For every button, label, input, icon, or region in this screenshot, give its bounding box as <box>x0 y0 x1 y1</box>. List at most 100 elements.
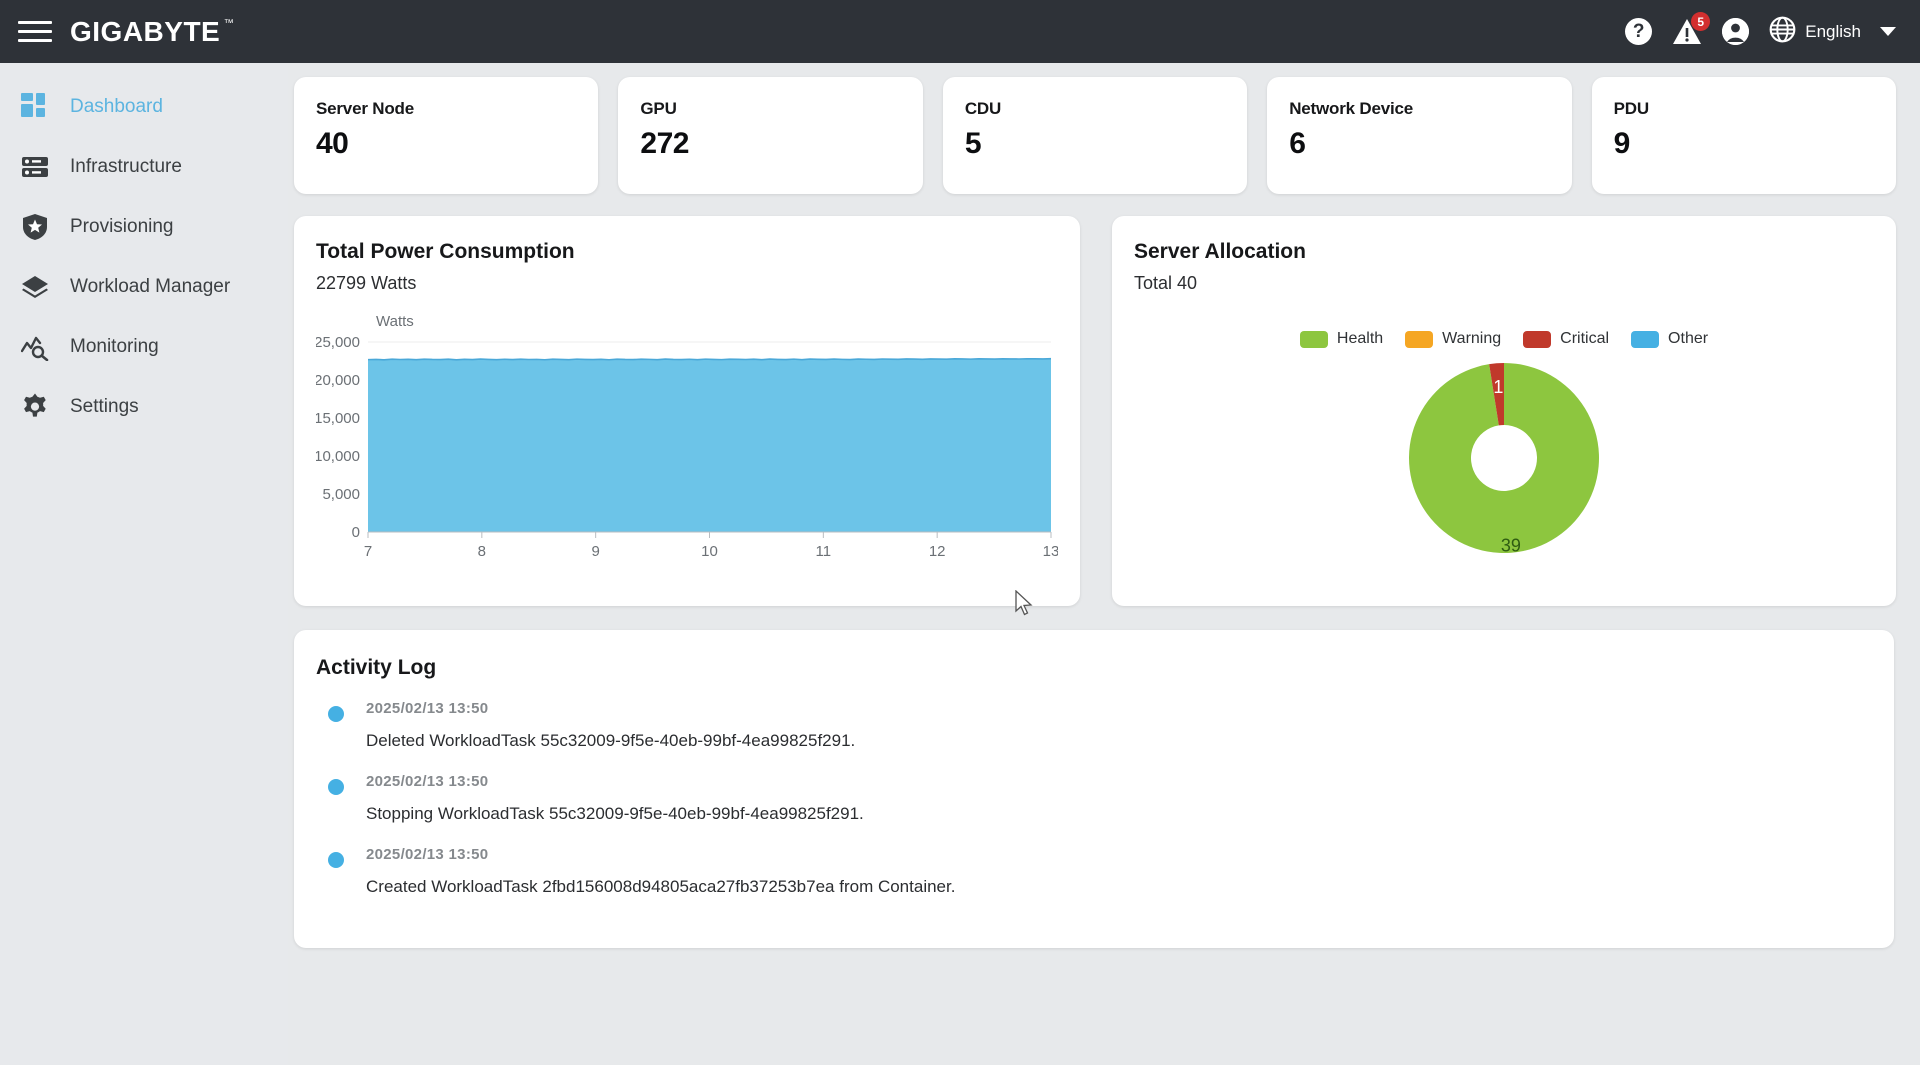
activity-dot-icon <box>328 706 344 722</box>
hamburger-bar <box>18 39 52 42</box>
legend-label: Critical <box>1560 330 1610 347</box>
allocation-card-subtitle: Total 40 <box>1134 273 1198 293</box>
svg-text:1: 1 <box>1493 377 1503 397</box>
question-mark-icon: ? <box>1625 18 1653 45</box>
sidebar-item-monitoring[interactable]: Monitoring <box>0 317 288 377</box>
user-account-icon <box>1722 18 1750 45</box>
total-power-consumption-card: Total Power Consumption 22799 Watts Watt… <box>294 216 1080 606</box>
activity-log-message: Deleted WorkloadTask 55c32009-9f5e-40eb-… <box>366 731 856 750</box>
trademark-mark: ™ <box>223 17 235 29</box>
activity-log-entry[interactable]: 2025/02/13 13:50 Created WorkloadTask 2f… <box>316 846 1872 909</box>
svg-text:15,000: 15,000 <box>316 410 360 427</box>
sidebar-item-label: Infrastructure <box>70 156 182 177</box>
sidebar-item-workload-manager[interactable]: Workload Manager <box>0 257 288 317</box>
allocation-donut-chart[interactable]: 39 1 <box>1134 358 1874 558</box>
dashboard-grid-icon <box>20 92 50 122</box>
allocation-legend: Health Warning Critical Other <box>1134 330 1874 348</box>
stat-card-server-node[interactable]: Server Node 40 <box>294 77 599 194</box>
svg-text:9: 9 <box>591 543 599 560</box>
brand-text: GIGABYTE <box>70 15 221 47</box>
svg-text:Watts: Watts <box>376 313 414 330</box>
activity-log-body: 2025/02/13 13:50 Deleted WorkloadTask 55… <box>366 700 1872 763</box>
sidebar-nav: Dashboard Infrastructure Provisioning Wo… <box>0 63 288 1065</box>
sidebar-item-label: Workload Manager <box>70 276 231 297</box>
activity-log-card: Activity Log 2025/02/13 13:50 Deleted Wo… <box>294 630 1894 948</box>
legend-item-critical[interactable]: Critical <box>1523 330 1609 348</box>
svg-text:10,000: 10,000 <box>316 448 360 465</box>
svg-text:7: 7 <box>364 543 372 560</box>
sidebar-item-infrastructure[interactable]: Infrastructure <box>0 137 288 197</box>
help-button[interactable]: ? <box>1625 18 1653 45</box>
sidebar-item-label: Monitoring <box>70 336 159 357</box>
stat-card-title: GPU <box>640 99 677 118</box>
svg-text:10: 10 <box>701 543 718 560</box>
hamburger-bar <box>18 21 52 24</box>
alert-count-badge: 5 <box>1691 12 1711 31</box>
power-area-chart[interactable]: Watts 0 5,000 10,000 15,000 20,000 25,000 7 8 9 10… <box>314 312 1059 582</box>
legend-item-other[interactable]: Other <box>1631 330 1708 348</box>
legend-item-warning[interactable]: Warning <box>1405 330 1501 348</box>
activity-log-entry[interactable]: 2025/02/13 13:50 Stopping WorkloadTask 5… <box>316 773 1872 836</box>
activity-dot-icon <box>328 779 344 795</box>
gear-icon <box>20 392 50 422</box>
power-card-title: Total Power Consumption <box>316 240 575 263</box>
svg-text:12: 12 <box>929 543 946 560</box>
stat-card-title: Network Device <box>1289 99 1414 118</box>
activity-log-body: 2025/02/13 13:50 Created WorkloadTask 2f… <box>366 846 1872 909</box>
legend-label: Warning <box>1442 330 1502 347</box>
legend-swatch-warning <box>1405 330 1434 348</box>
alerts-button[interactable]: 5 <box>1672 12 1711 45</box>
sidebar-item-provisioning[interactable]: Provisioning <box>0 197 288 257</box>
stat-card-value: 40 <box>316 127 349 160</box>
legend-swatch-other <box>1631 330 1660 348</box>
donut-chart-svg: 39 1 <box>1409 363 1599 556</box>
server-allocation-card: Server Allocation Total 40 Health Warnin… <box>1112 216 1896 606</box>
svg-text:39: 39 <box>1501 536 1521 556</box>
charts-row: Total Power Consumption 22799 Watts Watt… <box>294 216 1896 606</box>
language-selector[interactable]: English <box>1769 16 1896 48</box>
activity-log-body: 2025/02/13 13:50 Stopping WorkloadTask 5… <box>366 773 1872 836</box>
stat-card-cdu[interactable]: CDU 5 <box>942 77 1248 194</box>
stat-card-gpu[interactable]: GPU 272 <box>618 77 923 194</box>
legend-item-health[interactable]: Health <box>1299 330 1384 348</box>
stat-card-network-device[interactable]: Network Device 6 <box>1267 77 1572 194</box>
summary-cards-row: Server Node 40 GPU 272 CDU 5 Network Dev… <box>294 77 1897 194</box>
svg-text:8: 8 <box>478 543 486 560</box>
chart-magnifier-icon <box>20 332 50 362</box>
stat-card-title: Server Node <box>316 99 414 118</box>
shield-star-icon <box>20 212 50 242</box>
activity-log-entry[interactable]: 2025/02/13 13:50 Deleted WorkloadTask 55… <box>316 700 1872 763</box>
stat-card-value: 272 <box>640 127 689 160</box>
activity-log-title: Activity Log <box>316 656 437 679</box>
stat-card-title: CDU <box>964 99 1002 118</box>
stat-card-value: 6 <box>1289 127 1306 160</box>
stat-card-value: 5 <box>964 127 982 160</box>
hamburger-bar <box>18 30 52 33</box>
sidebar-item-label: Provisioning <box>70 216 174 237</box>
activity-log-message: Stopping WorkloadTask 55c32009-9f5e-40eb… <box>366 804 864 823</box>
account-button[interactable] <box>1722 18 1750 45</box>
chevron-down-icon[interactable] <box>1880 27 1896 36</box>
sidebar-item-dashboard[interactable]: Dashboard <box>0 77 288 137</box>
layers-icon <box>20 272 50 302</box>
brand-logo[interactable]: GIGABYTE ™ <box>70 16 234 48</box>
activity-log-time: 2025/02/13 13:50 <box>366 773 489 790</box>
activity-log-time: 2025/02/13 13:50 <box>366 700 489 717</box>
language-label: English <box>1805 21 1861 41</box>
legend-swatch-health <box>1299 330 1328 348</box>
activity-log-message: Created WorkloadTask 2fbd156008d94805aca… <box>366 877 956 896</box>
legend-label: Health <box>1336 330 1384 347</box>
svg-text:0: 0 <box>352 524 360 541</box>
svg-text:11: 11 <box>816 543 832 560</box>
hamburger-menu-icon[interactable] <box>18 15 52 49</box>
server-rack-icon <box>20 152 50 182</box>
svg-text:25,000: 25,000 <box>316 334 360 351</box>
stat-card-pdu[interactable]: PDU 9 <box>1591 77 1897 194</box>
sidebar-item-settings[interactable]: Settings <box>0 377 288 437</box>
svg-text:5,000: 5,000 <box>322 486 360 503</box>
legend-swatch-critical <box>1523 330 1552 348</box>
globe-icon <box>1769 16 1796 48</box>
power-card-subtitle: 22799 Watts <box>316 273 417 293</box>
power-chart-svg: Watts 0 5,000 10,000 15,000 20,000 25,000 7 8 9 10… <box>314 313 1059 560</box>
main-content: Server Node 40 GPU 272 CDU 5 Network Dev… <box>288 63 1920 1065</box>
